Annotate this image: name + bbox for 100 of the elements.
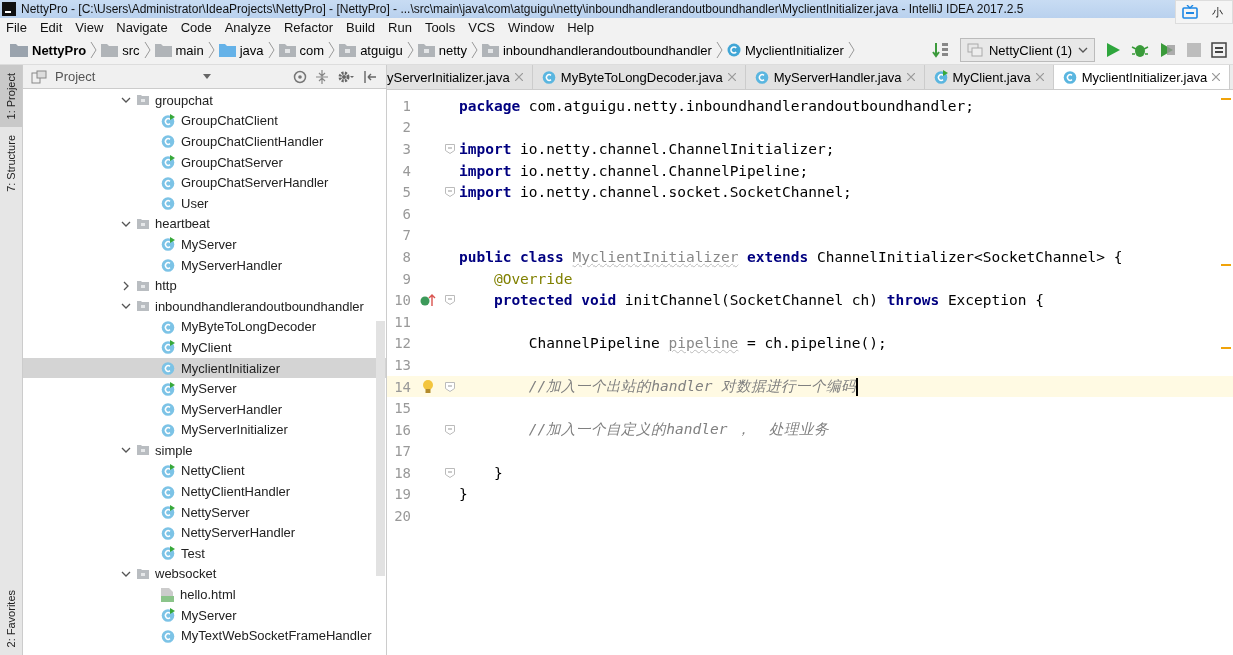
tree-item[interactable]: hello.html — [23, 584, 386, 605]
code-token: import — [459, 162, 512, 179]
editor-tab[interactable]: MyByteToLongDecoder.java — [532, 65, 746, 89]
tree-item[interactable]: MyByteToLongDecoder — [23, 316, 386, 338]
debug-icon[interactable] — [1131, 42, 1149, 58]
close-icon[interactable] — [1035, 73, 1044, 81]
locate-icon[interactable] — [293, 69, 308, 84]
override-marker-icon[interactable] — [420, 293, 436, 308]
close-icon[interactable] — [1212, 73, 1221, 81]
coverage-icon[interactable] — [1159, 42, 1177, 58]
side-tab[interactable]: 1: Project — [0, 65, 22, 128]
menu-item[interactable]: Build — [346, 19, 375, 35]
class-icon — [161, 484, 175, 499]
runnable-class-icon — [161, 505, 175, 520]
tree-item[interactable]: http — [23, 275, 386, 296]
tree-item[interactable]: groupchat — [23, 90, 386, 111]
side-tab[interactable]: 7: Structure — [0, 127, 22, 201]
close-icon[interactable] — [514, 73, 523, 81]
lightbulb-icon[interactable] — [422, 379, 434, 394]
tree-item[interactable]: GroupChatServerHandler — [23, 172, 386, 193]
tree-item[interactable]: websocket — [23, 563, 386, 585]
tree-item[interactable]: simple — [23, 440, 386, 461]
fold-marker-icon[interactable] — [445, 467, 455, 478]
breadcrumb[interactable]: NettyPro — [32, 42, 87, 58]
tree-item[interactable]: MyServerHandler — [23, 254, 386, 276]
runnable-class-icon — [161, 113, 175, 128]
tree-item[interactable]: MyClient — [23, 337, 386, 358]
tree-item[interactable]: heartbeat — [23, 213, 386, 235]
tree-item[interactable]: MyServer — [23, 604, 386, 626]
tree-item[interactable]: Test — [23, 543, 386, 564]
breadcrumb[interactable]: src — [122, 42, 140, 58]
class-icon — [161, 525, 175, 540]
tree-item[interactable]: NettyClientHandler — [23, 481, 386, 502]
breadcrumb[interactable]: com — [299, 42, 325, 58]
breadcrumb[interactable]: MyclientInitializer — [744, 42, 844, 58]
class-icon — [161, 258, 175, 273]
tree-item[interactable]: MyclientInitializer — [23, 357, 386, 379]
class-icon — [161, 196, 175, 211]
folder-icon — [482, 43, 499, 57]
editor-tab[interactable]: MyClient.java — [924, 65, 1054, 89]
tree-item[interactable]: MyServerInitializer — [23, 419, 386, 441]
menu-item[interactable]: View — [75, 19, 104, 35]
editor-tab[interactable]: MyServerHandler.java — [745, 65, 925, 89]
menu-item[interactable]: Refactor — [283, 19, 334, 35]
side-tab[interactable]: 2: Favorites — [0, 581, 22, 655]
tree-item[interactable]: MyTextWebSocketFrameHandler — [23, 625, 386, 647]
breadcrumb[interactable]: main — [175, 42, 204, 58]
fold-marker-icon[interactable] — [445, 187, 455, 198]
tree-item[interactable]: User — [23, 192, 386, 214]
structure-icon[interactable] — [1211, 42, 1227, 58]
menu-item[interactable]: VCS — [468, 19, 495, 35]
tree-item[interactable]: GroupChatClient — [23, 110, 386, 132]
fold-marker-icon[interactable] — [445, 381, 455, 392]
settings-icon[interactable] — [337, 69, 356, 84]
menu-item[interactable]: Analyze — [224, 19, 271, 35]
menu-item[interactable]: Window — [507, 19, 555, 35]
html-file-icon — [161, 587, 174, 602]
window-title: NettyPro - [C:\Users\Administrator\IdeaProjects\NettyPro] - [NettyPro] - ...\src\main\java\com\atguigu\netty\inboundhandlerandoutboundhandler\MyclientInitializer.java - IntelliJ IDEA 2017.2.5 — [21, 2, 1024, 16]
tree-item[interactable]: MyServer — [23, 378, 386, 399]
fold-marker-icon[interactable] — [445, 144, 455, 154]
menu-item[interactable]: File — [6, 19, 27, 35]
fold-marker-icon[interactable] — [445, 424, 455, 435]
tree-item[interactable]: MyServerHandler — [23, 398, 386, 420]
caret-icon[interactable] — [203, 74, 212, 79]
fold-marker-icon[interactable] — [445, 295, 455, 306]
scrollbar-thumb[interactable] — [376, 321, 385, 576]
floating-widget[interactable]: 小 — [1175, 0, 1233, 24]
menu-item[interactable]: Run — [388, 19, 412, 35]
breadcrumb[interactable]: netty — [438, 42, 467, 58]
breadcrumb[interactable]: java — [239, 42, 264, 58]
code-token: = ch.pipeline(); — [746, 335, 887, 352]
menu-item[interactable]: Tools — [424, 19, 456, 35]
tree-item[interactable]: NettyServer — [23, 501, 386, 523]
runnable-class-icon — [161, 155, 175, 170]
menu-item[interactable]: Navigate — [116, 19, 168, 35]
breadcrumb[interactable]: atguigu — [360, 42, 403, 58]
hide-icon[interactable] — [363, 69, 378, 84]
menu-item[interactable]: Edit — [39, 19, 63, 35]
editor-tab[interactable]: yServerInitializer.java — [387, 65, 533, 89]
run-icon[interactable] — [1105, 42, 1121, 58]
expander-icon — [121, 280, 131, 291]
breadcrumb[interactable]: inboundhandlerandoutboundhandler — [503, 42, 712, 58]
close-icon[interactable] — [906, 73, 915, 81]
code-token: //加入一个出站的handler 对数据进行一个编码 — [527, 377, 857, 396]
collapse-icon[interactable] — [315, 69, 330, 84]
line-number: 11 — [393, 313, 411, 330]
tree-item[interactable]: NettyServerHandler — [23, 522, 386, 544]
code-token: import — [459, 141, 512, 157]
menu-item[interactable]: Code — [180, 19, 212, 35]
menu-item[interactable]: Help — [567, 19, 594, 35]
tree-item[interactable]: MyServer — [23, 234, 386, 255]
sort-icon[interactable] — [931, 41, 950, 59]
tree-item[interactable]: GroupChatClientHandler — [23, 131, 386, 152]
editor-tab[interactable]: MyclientInitializer.java — [1053, 65, 1231, 89]
tree-item[interactable]: GroupChatServer — [23, 151, 386, 173]
close-icon[interactable] — [727, 73, 736, 81]
run-config-dropdown[interactable]: NettyClient (1) — [959, 38, 1095, 62]
class-icon — [754, 70, 769, 84]
tree-item[interactable]: inboundhandlerandoutboundhandler — [23, 295, 386, 317]
tree-item[interactable]: NettyClient — [23, 460, 386, 482]
